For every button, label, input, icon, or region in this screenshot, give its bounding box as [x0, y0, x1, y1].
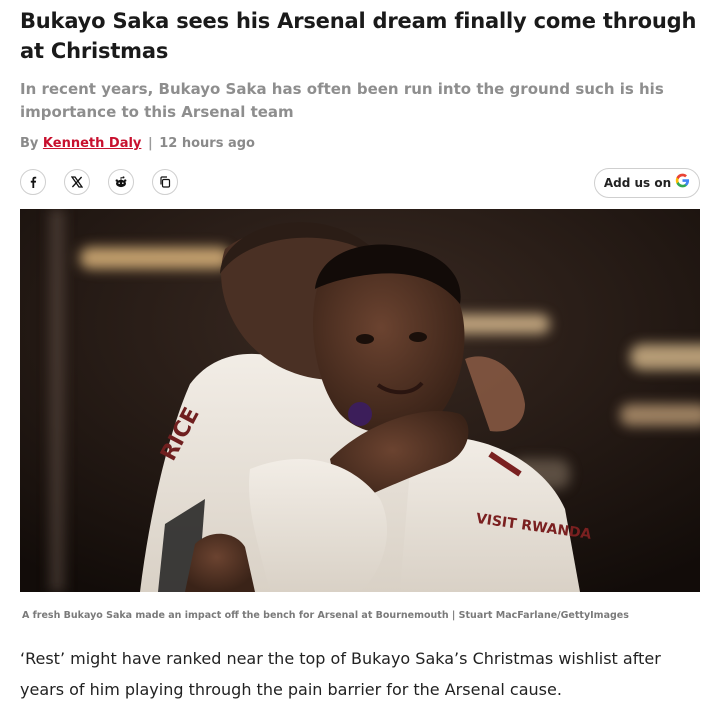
copy-link-button[interactable]	[152, 169, 178, 195]
article: Bukayo Saka sees his Arsenal dream final…	[0, 0, 720, 720]
share-x-button[interactable]	[64, 169, 90, 195]
article-standfirst: In recent years, Bukayo Saka has often b…	[20, 80, 664, 121]
google-g-icon	[675, 173, 690, 193]
add-us-on-google-button[interactable]: Add us on	[594, 168, 700, 198]
x-icon	[71, 176, 83, 188]
article-body-paragraph: ‘Rest’ might have ranked near the top of…	[20, 649, 661, 699]
copy-link-icon	[159, 176, 171, 188]
image-caption: A fresh Bukayo Saka made an impact off t…	[22, 610, 629, 621]
byline-prefix: By	[20, 136, 39, 151]
add-us-label: Add us on	[603, 176, 672, 190]
byline: By Kenneth Daly | 12 hours ago	[20, 136, 255, 151]
share-facebook-button[interactable]	[20, 169, 46, 195]
facebook-icon	[27, 176, 39, 188]
share-reddit-button[interactable]	[108, 169, 134, 195]
article-hero-image: RICE VISIT RWANDA	[20, 209, 700, 592]
reddit-icon	[114, 176, 128, 188]
article-headline: Bukayo Saka sees his Arsenal dream final…	[20, 9, 697, 63]
hero-photo-illustration: RICE VISIT RWANDA	[20, 209, 700, 592]
byline-separator: |	[147, 136, 153, 151]
author-link[interactable]: Kenneth Daly	[43, 136, 141, 151]
publish-time: 12 hours ago	[159, 136, 255, 151]
